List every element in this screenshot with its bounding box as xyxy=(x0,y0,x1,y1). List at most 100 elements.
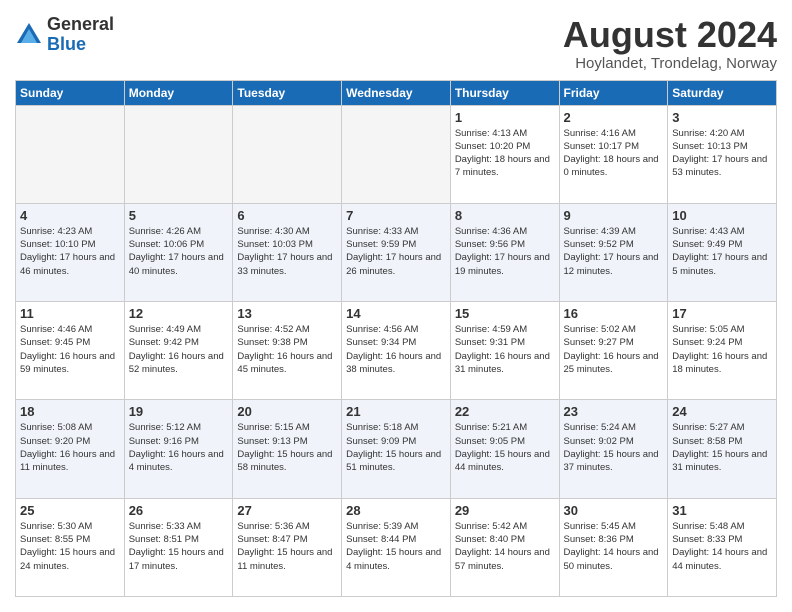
day-number: 25 xyxy=(20,503,120,518)
day-info: Sunrise: 4:16 AMSunset: 10:17 PMDaylight… xyxy=(564,127,664,180)
weekday-saturday: Saturday xyxy=(668,80,777,105)
week-row-4: 18Sunrise: 5:08 AMSunset: 9:20 PMDayligh… xyxy=(16,400,777,498)
calendar-cell: 22 Sunrise: 5:21 AMSunset: 9:05 PMDayligh… xyxy=(450,400,559,498)
day-info: Sunrise: 5:12 AMSunset: 9:16 PMDaylight:… xyxy=(129,421,229,474)
logo-general: General xyxy=(47,15,114,35)
day-info: Sunrise: 5:45 AMSunset: 8:36 PMDaylight:… xyxy=(564,520,664,573)
calendar-cell: 23 Sunrise: 5:24 AMSunset: 9:02 PMDayligh… xyxy=(559,400,668,498)
logo: General Blue xyxy=(15,15,114,55)
weekday-sunday: Sunday xyxy=(16,80,125,105)
day-number: 6 xyxy=(237,208,337,223)
header: General Blue August 2024 Hoylandet, Tron… xyxy=(15,15,777,72)
title-block: August 2024 Hoylandet, Trondelag, Norway xyxy=(563,15,777,72)
weekday-tuesday: Tuesday xyxy=(233,80,342,105)
day-number: 23 xyxy=(564,404,664,419)
day-number: 5 xyxy=(129,208,229,223)
calendar-cell xyxy=(233,105,342,203)
day-info: Sunrise: 5:18 AMSunset: 9:09 PMDaylight:… xyxy=(346,421,446,474)
day-info: Sunrise: 5:02 AMSunset: 9:27 PMDaylight:… xyxy=(564,323,664,376)
logo-text: General Blue xyxy=(47,15,114,55)
calendar-cell: 1 Sunrise: 4:13 AMSunset: 10:20 PMDayligh… xyxy=(450,105,559,203)
day-number: 2 xyxy=(564,110,664,125)
day-info: Sunrise: 5:42 AMSunset: 8:40 PMDaylight:… xyxy=(455,520,555,573)
weekday-thursday: Thursday xyxy=(450,80,559,105)
calendar-cell: 5 Sunrise: 4:26 AMSunset: 10:06 PMDayligh… xyxy=(124,203,233,301)
calendar-cell: 2 Sunrise: 4:16 AMSunset: 10:17 PMDayligh… xyxy=(559,105,668,203)
day-number: 1 xyxy=(455,110,555,125)
day-number: 19 xyxy=(129,404,229,419)
calendar-cell: 16 Sunrise: 5:02 AMSunset: 9:27 PMDayligh… xyxy=(559,302,668,400)
day-number: 15 xyxy=(455,306,555,321)
day-number: 24 xyxy=(672,404,772,419)
day-info: Sunrise: 4:39 AMSunset: 9:52 PMDaylight:… xyxy=(564,225,664,278)
day-info: Sunrise: 4:23 AMSunset: 10:10 PMDaylight… xyxy=(20,225,120,278)
calendar-cell: 15Sunrise: 4:59 AMSunset: 9:31 PMDayligh… xyxy=(450,302,559,400)
weekday-monday: Monday xyxy=(124,80,233,105)
calendar-cell: 7 Sunrise: 4:33 AMSunset: 9:59 PMDaylight… xyxy=(342,203,451,301)
day-info: Sunrise: 5:30 AMSunset: 8:55 PMDaylight:… xyxy=(20,520,120,573)
subtitle: Hoylandet, Trondelag, Norway xyxy=(563,55,777,72)
day-number: 31 xyxy=(672,503,772,518)
day-number: 21 xyxy=(346,404,446,419)
logo-icon xyxy=(15,21,43,49)
day-number: 28 xyxy=(346,503,446,518)
day-info: Sunrise: 5:27 AMSunset: 8:58 PMDaylight:… xyxy=(672,421,772,474)
calendar-cell: 21 Sunrise: 5:18 AMSunset: 9:09 PMDayligh… xyxy=(342,400,451,498)
calendar-cell: 31 Sunrise: 5:48 AMSunset: 8:33 PMDayligh… xyxy=(668,498,777,596)
calendar-cell: 17 Sunrise: 5:05 AMSunset: 9:24 PMDayligh… xyxy=(668,302,777,400)
day-number: 9 xyxy=(564,208,664,223)
calendar-table: SundayMondayTuesdayWednesdayThursdayFrid… xyxy=(15,80,777,597)
day-number: 12 xyxy=(129,306,229,321)
weekday-friday: Friday xyxy=(559,80,668,105)
day-number: 22 xyxy=(455,404,555,419)
week-row-5: 25 Sunrise: 5:30 AMSunset: 8:55 PMDayligh… xyxy=(16,498,777,596)
day-info: Sunrise: 4:43 AMSunset: 9:49 PMDaylight:… xyxy=(672,225,772,278)
calendar-cell: 29 Sunrise: 5:42 AMSunset: 8:40 PMDayligh… xyxy=(450,498,559,596)
calendar-cell: 19 Sunrise: 5:12 AMSunset: 9:16 PMDayligh… xyxy=(124,400,233,498)
weekday-wednesday: Wednesday xyxy=(342,80,451,105)
weekday-header-row: SundayMondayTuesdayWednesdayThursdayFrid… xyxy=(16,80,777,105)
day-info: Sunrise: 5:48 AMSunset: 8:33 PMDaylight:… xyxy=(672,520,772,573)
calendar-cell: 25 Sunrise: 5:30 AMSunset: 8:55 PMDayligh… xyxy=(16,498,125,596)
calendar-cell: 13Sunrise: 4:52 AMSunset: 9:38 PMDayligh… xyxy=(233,302,342,400)
day-info: Sunrise: 4:49 AMSunset: 9:42 PMDaylight:… xyxy=(129,323,229,376)
day-info: Sunrise: 5:36 AMSunset: 8:47 PMDaylight:… xyxy=(237,520,337,573)
page: General Blue August 2024 Hoylandet, Tron… xyxy=(0,0,792,612)
day-number: 7 xyxy=(346,208,446,223)
calendar-cell: 20Sunrise: 5:15 AMSunset: 9:13 PMDayligh… xyxy=(233,400,342,498)
day-info: Sunrise: 5:39 AMSunset: 8:44 PMDaylight:… xyxy=(346,520,446,573)
day-number: 10 xyxy=(672,208,772,223)
day-info: Sunrise: 5:24 AMSunset: 9:02 PMDaylight:… xyxy=(564,421,664,474)
week-row-2: 4Sunrise: 4:23 AMSunset: 10:10 PMDayligh… xyxy=(16,203,777,301)
day-number: 16 xyxy=(564,306,664,321)
day-info: Sunrise: 4:26 AMSunset: 10:06 PMDaylight… xyxy=(129,225,229,278)
day-number: 3 xyxy=(672,110,772,125)
day-info: Sunrise: 4:56 AMSunset: 9:34 PMDaylight:… xyxy=(346,323,446,376)
calendar-cell: 10 Sunrise: 4:43 AMSunset: 9:49 PMDayligh… xyxy=(668,203,777,301)
week-row-1: 1 Sunrise: 4:13 AMSunset: 10:20 PMDayligh… xyxy=(16,105,777,203)
calendar-cell: 28 Sunrise: 5:39 AMSunset: 8:44 PMDayligh… xyxy=(342,498,451,596)
day-info: Sunrise: 5:05 AMSunset: 9:24 PMDaylight:… xyxy=(672,323,772,376)
calendar-cell: 9 Sunrise: 4:39 AMSunset: 9:52 PMDaylight… xyxy=(559,203,668,301)
day-number: 14 xyxy=(346,306,446,321)
day-number: 20 xyxy=(237,404,337,419)
calendar-cell: 30Sunrise: 5:45 AMSunset: 8:36 PMDayligh… xyxy=(559,498,668,596)
day-number: 17 xyxy=(672,306,772,321)
calendar-cell: 8 Sunrise: 4:36 AMSunset: 9:56 PMDaylight… xyxy=(450,203,559,301)
calendar-cell xyxy=(342,105,451,203)
day-number: 29 xyxy=(455,503,555,518)
day-info: Sunrise: 4:46 AMSunset: 9:45 PMDaylight:… xyxy=(20,323,120,376)
day-info: Sunrise: 4:20 AMSunset: 10:13 PMDaylight… xyxy=(672,127,772,180)
day-info: Sunrise: 4:13 AMSunset: 10:20 PMDaylight… xyxy=(455,127,555,180)
day-info: Sunrise: 4:36 AMSunset: 9:56 PMDaylight:… xyxy=(455,225,555,278)
day-info: Sunrise: 5:21 AMSunset: 9:05 PMDaylight:… xyxy=(455,421,555,474)
day-number: 11 xyxy=(20,306,120,321)
calendar-cell: 12 Sunrise: 4:49 AMSunset: 9:42 PMDayligh… xyxy=(124,302,233,400)
day-number: 8 xyxy=(455,208,555,223)
day-number: 13 xyxy=(237,306,337,321)
calendar-cell: 24 Sunrise: 5:27 AMSunset: 8:58 PMDayligh… xyxy=(668,400,777,498)
day-info: Sunrise: 4:33 AMSunset: 9:59 PMDaylight:… xyxy=(346,225,446,278)
day-info: Sunrise: 4:30 AMSunset: 10:03 PMDaylight… xyxy=(237,225,337,278)
calendar-cell: 6 Sunrise: 4:30 AMSunset: 10:03 PMDayligh… xyxy=(233,203,342,301)
calendar-cell: 11 Sunrise: 4:46 AMSunset: 9:45 PMDayligh… xyxy=(16,302,125,400)
